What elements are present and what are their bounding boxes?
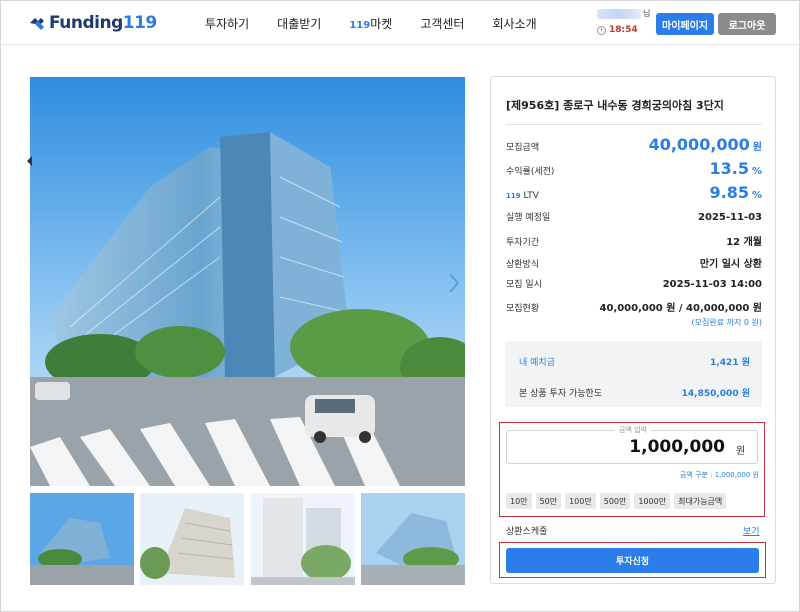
limit-row: 본 상품 투자 가능한도 14,850,000 원 — [519, 386, 750, 399]
thumbnail-4[interactable] — [360, 493, 465, 585]
thumbnail-strip — [30, 493, 465, 585]
repayment-schedule-label: 상환스케줄 — [506, 527, 548, 537]
info-value: 40,000,000 원 / 40,000,000 원 — [599, 303, 762, 314]
next-photo-icon[interactable] — [449, 273, 459, 293]
prev-photo-icon[interactable] — [27, 156, 33, 166]
user-name-redacted — [597, 9, 641, 19]
limit-label: 본 상품 투자 가능한도 — [519, 389, 603, 399]
logout-button[interactable]: 로그아웃 — [718, 13, 776, 35]
top-header: Funding119 투자하기 대출받기 119마켓 고객센터 회사소개 님 1… — [1, 1, 799, 45]
deposit-label: 내 예치금 — [519, 358, 555, 368]
main-nav: 투자하기 대출받기 119마켓 고객센터 회사소개 — [205, 15, 565, 32]
info-row-recruit-time: 모집 일시 2025-11-03 14:00 — [506, 277, 762, 293]
logo-icon — [30, 18, 44, 30]
quick-amount-button[interactable]: 10만 — [506, 493, 532, 509]
thumbnail-3[interactable] — [250, 493, 355, 585]
clock-icon — [597, 25, 606, 35]
info-row-ltv: 119 LTV 9.85% — [506, 183, 762, 202]
main-building-photo — [30, 77, 465, 486]
amount-input-label: 금액 입력 — [507, 425, 759, 435]
nav-invest[interactable]: 투자하기 — [205, 15, 249, 32]
limit-value: 14,850,000 원 — [681, 389, 750, 399]
info-value: 2025-11-03 — [698, 212, 762, 223]
info-value: 만기 일시 상환 — [699, 259, 762, 270]
logo-text: Funding119 — [49, 13, 157, 33]
info-value: 12 개월 — [726, 237, 762, 248]
deposit-value: 1,421 원 — [710, 358, 750, 368]
info-row-period: 투자기간 12 개월 — [506, 233, 762, 249]
quick-amount-button[interactable]: 100만 — [565, 493, 596, 509]
info-row-repayment: 상환방식 만기 일시 상환 — [506, 255, 762, 271]
nav-support[interactable]: 고객센터 — [420, 15, 464, 32]
session-timer-value: 18:54 — [609, 25, 638, 35]
info-row-target-amount: 모집금액 40,000,000 원 — [506, 135, 762, 154]
info-row-return-rate: 수익률(세전) 13.5% — [506, 159, 762, 178]
info-row-recruit-status: 모집현황 40,000,000 원 / 40,000,000 원 — [506, 299, 762, 315]
session-timer[interactable]: 18:54 — [597, 25, 638, 35]
info-label: 모집 일시 — [506, 280, 542, 290]
info-label: 상환방식 — [506, 260, 540, 270]
quick-amount-button[interactable]: 500만 — [599, 493, 631, 509]
invest-button[interactable]: 투자신청 — [506, 548, 759, 573]
balance-box: 내 예치금 1,421 원 본 상품 투자 가능한도 14,850,000 원 — [505, 341, 762, 407]
product-title: [제956호] 종로구 내수동 경희궁의아침 3단지 — [506, 99, 724, 112]
quick-amount-button[interactable]: 1000만 — [634, 493, 671, 509]
info-label: 119 LTV — [506, 191, 539, 201]
info-label: 모집금액 — [506, 143, 540, 153]
nav-market[interactable]: 119마켓 — [349, 15, 392, 32]
repayment-schedule-link[interactable]: 보기 — [743, 524, 760, 537]
recruit-remaining-note: (모집완료 까지 0 원) — [691, 318, 762, 327]
amount-caption: 금액 구분 : 1,000,000 원 — [679, 471, 759, 479]
info-value: 2025-11-03 14:00 — [662, 279, 762, 290]
quick-amount-button[interactable]: 50만 — [535, 493, 562, 509]
info-row-execution-date: 실행 예정일 2025-11-03 — [506, 210, 762, 226]
info-value: 40,000,000 원 — [648, 135, 762, 154]
nav-loan[interactable]: 대출받기 — [277, 15, 321, 32]
info-value: 13.5% — [709, 159, 762, 178]
mypage-button[interactable]: 마이페이지 — [656, 13, 714, 35]
quick-amount-buttons: 10만 50만 100만 500만 1000만 최대가능금액 — [506, 493, 730, 509]
info-value: 9.85% — [709, 183, 762, 202]
amount-input-value[interactable]: 1,000,000 — [601, 437, 725, 457]
thumbnail-1[interactable] — [30, 493, 134, 585]
info-label: 수익률(세전) — [506, 167, 555, 177]
amount-unit: 원 — [736, 446, 746, 457]
nav-market-prefix: 119 — [349, 20, 371, 31]
page: Funding119 투자하기 대출받기 119마켓 고객센터 회사소개 님 1… — [0, 0, 800, 612]
logo[interactable]: Funding119 — [29, 13, 157, 33]
max-amount-button[interactable]: 최대가능금액 — [674, 493, 727, 509]
thumbnail-2[interactable] — [140, 493, 245, 585]
divider — [506, 124, 762, 125]
user-suffix: 님 — [643, 9, 651, 18]
user-info: 님 18:54 — [597, 9, 651, 35]
deposit-row: 내 예치금 1,421 원 — [519, 355, 750, 368]
info-label: 실행 예정일 — [506, 213, 551, 223]
nav-company[interactable]: 회사소개 — [492, 15, 536, 32]
nav-market-label: 마켓 — [370, 17, 393, 31]
info-label: 투자기간 — [506, 238, 540, 248]
info-label: 모집현황 — [506, 304, 540, 314]
